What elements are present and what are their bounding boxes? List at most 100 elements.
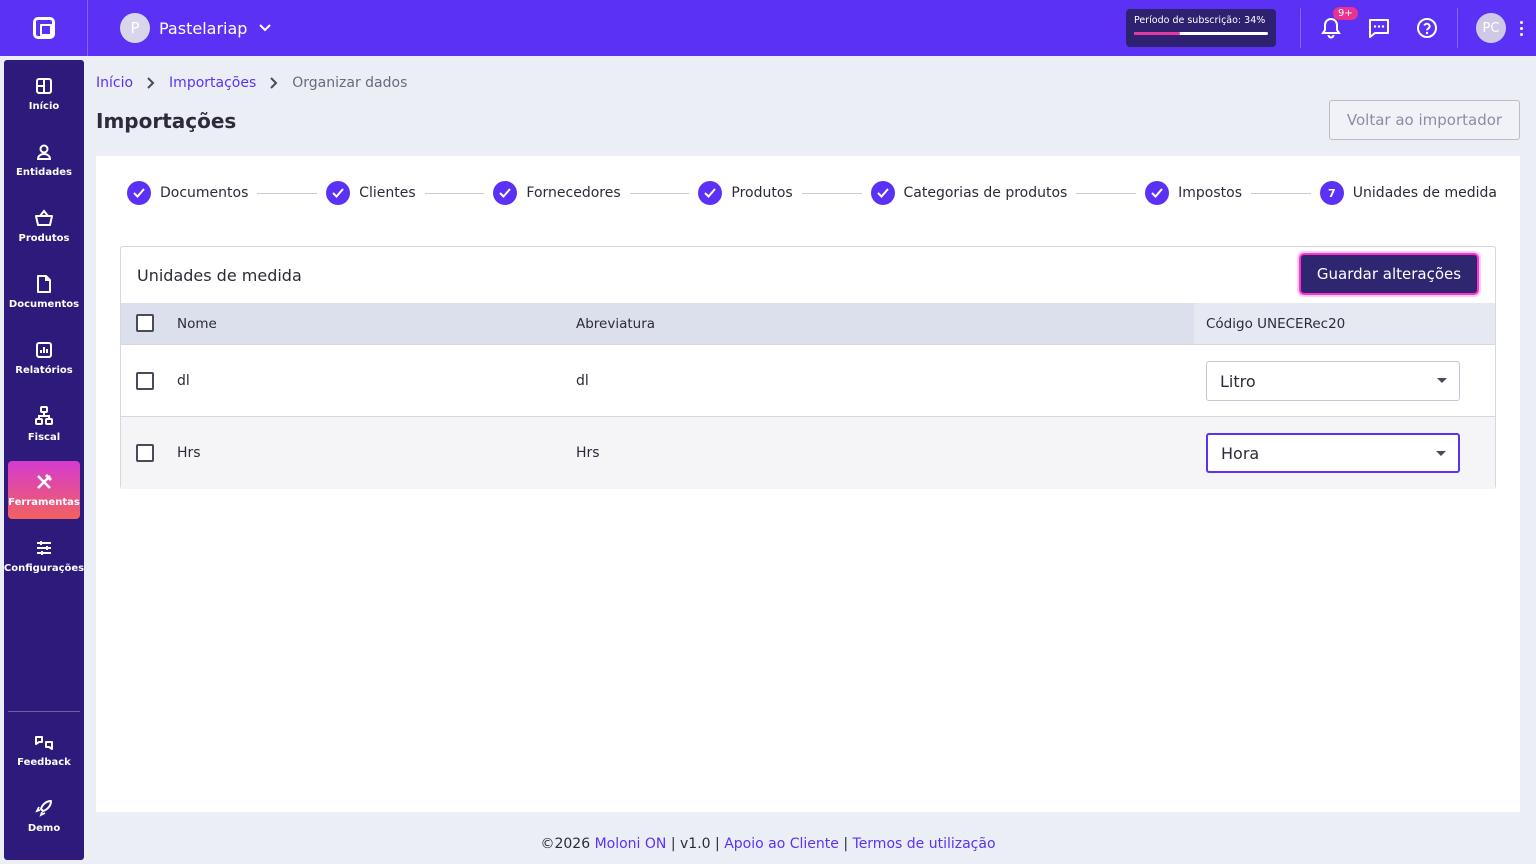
footer-terms-link[interactable]: Termos de utilização (853, 836, 996, 852)
step-connector (1076, 192, 1137, 194)
bell-icon (1321, 17, 1341, 39)
sidebar-item-inicio[interactable]: Início (8, 65, 80, 123)
sidebar-item-ferramentas[interactable]: Ferramentas (8, 461, 80, 519)
check-icon (1145, 181, 1170, 205)
footer-separator: | (670, 836, 676, 852)
step-clientes[interactable]: Clientes (326, 181, 416, 205)
cell-abbr: Hrs (576, 445, 600, 461)
sidebar-item-documentos[interactable]: Documentos (8, 263, 80, 321)
help-icon (1417, 18, 1437, 38)
code-select[interactable]: Hora (1206, 433, 1460, 473)
messages-button[interactable] (1355, 0, 1403, 56)
step-connector (629, 192, 690, 194)
footer-separator: | (715, 836, 720, 852)
breadcrumb-current: Organizar dados (292, 75, 408, 91)
more-options-icon[interactable] (1506, 20, 1536, 36)
table-row: dl dl Litro (121, 344, 1495, 417)
subscription-progress-fill (1134, 32, 1180, 35)
step-connector (257, 192, 318, 194)
sidebar-item-entidades[interactable]: Entidades (8, 131, 80, 189)
footer-brand-link[interactable]: Moloni ON (595, 836, 667, 852)
sidebar-item-feedback[interactable]: Feedback (8, 721, 80, 779)
document-icon (37, 274, 51, 293)
import-stepper: Documentos Clientes Fornecedores Produto… (127, 179, 1497, 207)
chart-icon (36, 341, 52, 358)
row-checkbox[interactable] (136, 444, 154, 462)
subscription-period[interactable]: Período de subscrição: 34% (1126, 9, 1276, 47)
company-avatar: P (120, 13, 150, 43)
chevron-right-icon (147, 77, 155, 89)
step-unidades[interactable]: 7 Unidades de medida (1319, 181, 1497, 205)
step-fornecedores[interactable]: Fornecedores (493, 181, 621, 205)
sidebar: Início Entidades Produtos Documentos Rel… (4, 60, 84, 860)
column-header-code: Código UNECERec20 (1206, 315, 1346, 332)
breadcrumb-inicio[interactable]: Início (96, 75, 133, 91)
step-label: Fornecedores (526, 185, 621, 201)
save-changes-button[interactable]: Guardar alterações (1299, 253, 1479, 295)
app-logo[interactable] (0, 0, 88, 56)
grid-icon (36, 77, 52, 94)
subscription-progress (1134, 32, 1268, 35)
check-icon (870, 181, 895, 205)
column-header-name: Nome (177, 315, 217, 332)
step-label: Impostos (1178, 185, 1243, 201)
check-icon (326, 181, 351, 205)
chat-icon (1369, 19, 1389, 38)
check-icon (698, 181, 723, 205)
chevron-down-icon (259, 24, 272, 32)
sidebar-item-label: Fiscal (27, 431, 61, 443)
cell-name: dl (177, 373, 190, 389)
step-label: Clientes (359, 185, 416, 201)
tools-icon (37, 473, 53, 489)
table-row: Hrs Hrs Hora (121, 416, 1495, 489)
footer-support-link[interactable]: Apoio ao Cliente (724, 836, 839, 852)
feedback-icon (35, 735, 53, 750)
row-checkbox[interactable] (136, 372, 154, 390)
step-documentos[interactable]: Documentos (127, 181, 248, 205)
code-select-value: Hora (1221, 443, 1260, 463)
company-switcher[interactable]: P Pastelariap (120, 13, 272, 43)
step-categorias[interactable]: Categorias de produtos (870, 181, 1067, 205)
footer-version: v1.0 (680, 836, 711, 852)
step-connector (1251, 192, 1311, 194)
column-header-abbr: Abreviatura (576, 315, 656, 332)
sidebar-item-relatorios[interactable]: Relatórios (8, 329, 80, 387)
step-produtos[interactable]: Produtos (698, 181, 793, 205)
table-header: Nome Abreviatura Código UNECERec20 (121, 303, 1495, 344)
step-label: Produtos (731, 185, 793, 201)
sidebar-divider (8, 711, 80, 712)
step-impostos[interactable]: Impostos (1145, 181, 1242, 205)
select-all-checkbox[interactable] (136, 314, 154, 332)
footer-separator: | (843, 836, 849, 852)
sidebar-item-label: Entidades (16, 166, 72, 178)
chevron-right-icon (270, 77, 278, 89)
back-to-importer-button[interactable]: Voltar ao importador (1329, 100, 1520, 140)
step-connector (801, 192, 862, 194)
person-icon (36, 144, 52, 160)
footer-copyright: ©2026 (540, 836, 591, 852)
breadcrumb: Início Importações Organizar dados (96, 75, 407, 91)
divider (1457, 8, 1458, 48)
step-connector (424, 192, 485, 194)
step-label: Unidades de medida (1352, 185, 1497, 201)
sidebar-item-produtos[interactable]: Produtos (8, 197, 80, 255)
card-title: Unidades de medida (137, 265, 302, 285)
sidebar-item-label: Ferramentas (8, 496, 80, 508)
help-button[interactable] (1403, 0, 1451, 56)
basket-icon (35, 208, 53, 226)
notifications-button[interactable]: 9+ (1307, 0, 1358, 56)
breadcrumb-importacoes[interactable]: Importações (169, 75, 256, 91)
sliders-icon (37, 540, 51, 555)
sidebar-item-configuracoes[interactable]: Configurações (4, 527, 84, 585)
sidebar-item-fiscal[interactable]: Fiscal (8, 395, 80, 453)
sidebar-item-label: Relatórios (15, 364, 73, 376)
footer: ©2026 Moloni ON | v1.0 | Apoio ao Client… (0, 836, 1536, 852)
dropdown-arrow-icon (1437, 378, 1447, 383)
code-select-value: Litro (1220, 371, 1256, 391)
sidebar-item-label: Feedback (17, 756, 71, 768)
user-avatar[interactable]: PC (1476, 13, 1506, 43)
code-select[interactable]: Litro (1206, 361, 1460, 401)
units-card: Unidades de medida Guardar alterações No… (120, 246, 1496, 489)
check-icon (493, 181, 518, 205)
top-bar: P Pastelariap Período de subscrição: 34%… (0, 0, 1536, 56)
